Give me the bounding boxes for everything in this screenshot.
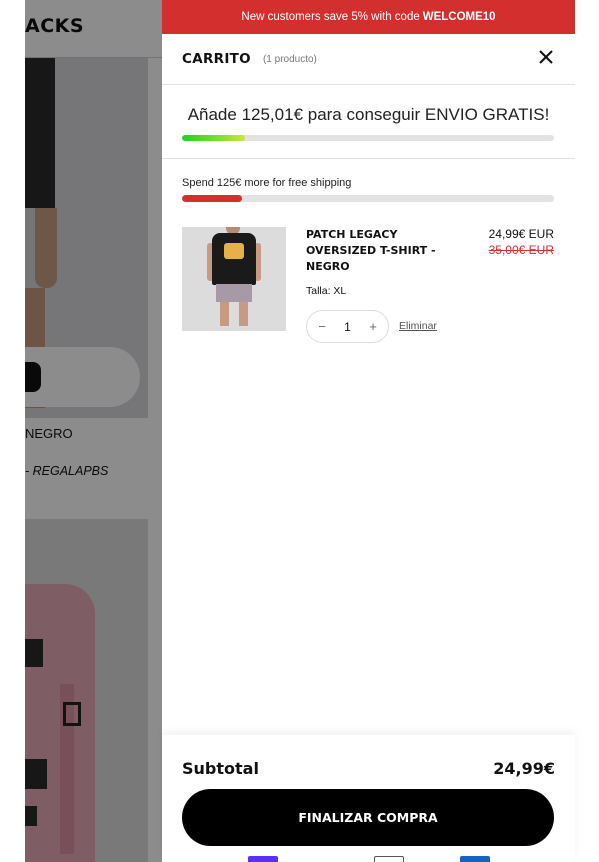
spend-progress-fill xyxy=(182,195,242,202)
payment-icon xyxy=(374,856,404,862)
cart-footer: Subtotal 24,99€ FINALIZAR COMPRA xyxy=(162,735,575,862)
subtotal-value: 24,99€ xyxy=(493,759,555,778)
remove-item-link[interactable]: Eliminar xyxy=(399,320,437,332)
minus-icon[interactable]: − xyxy=(315,319,329,334)
cart-item-count: (1 producto) xyxy=(262,53,317,65)
product-name[interactable]: PATCH LEGACY OVERSIZED T-SHIRT - NEGRO xyxy=(306,227,456,275)
announcement-bar: New customers save 5% with code WELCOME1… xyxy=(162,0,575,34)
product-variant: Talla: XL xyxy=(306,285,347,297)
payment-icon xyxy=(460,856,490,862)
free-shipping-progress-bar xyxy=(182,135,554,141)
free-shipping-progress-fill xyxy=(182,135,246,141)
cart-line-item: PATCH LEGACY OVERSIZED T-SHIRT - NEGRO 2… xyxy=(182,227,554,347)
product-thumbnail[interactable] xyxy=(182,227,286,331)
quantity-stepper: − 1 + xyxy=(306,310,389,343)
quantity-value[interactable]: 1 xyxy=(344,320,351,334)
product-compare-price: 35,00€ EUR xyxy=(488,243,554,257)
cart-drawer: New customers save 5% with code WELCOME1… xyxy=(162,0,575,862)
product-price: 24,99€ EUR xyxy=(488,227,554,241)
payment-icons xyxy=(248,856,508,862)
cart-header: CARRITO (1 producto) xyxy=(162,34,575,85)
announcement-text: New customers save 5% with code xyxy=(241,11,420,23)
close-icon[interactable] xyxy=(537,48,555,66)
cart-title: CARRITO xyxy=(182,51,251,67)
plus-icon[interactable]: + xyxy=(366,319,380,334)
left-margin xyxy=(0,0,25,862)
free-shipping-message: Añade 125,01€ para conseguir ENVIO GRATI… xyxy=(187,105,550,124)
announcement-code: WELCOME10 xyxy=(422,11,496,23)
right-margin xyxy=(575,0,599,862)
subtotal-label: Subtotal xyxy=(182,759,259,778)
spend-more-banner: Spend 125€ more for free shipping xyxy=(162,159,575,202)
checkout-button[interactable]: FINALIZAR COMPRA xyxy=(182,789,554,846)
spend-more-message: Spend 125€ more for free shipping xyxy=(182,177,352,189)
spend-progress-bar xyxy=(182,195,554,202)
free-shipping-banner: Añade 125,01€ para conseguir ENVIO GRATI… xyxy=(162,85,575,159)
payment-icon xyxy=(248,856,278,862)
